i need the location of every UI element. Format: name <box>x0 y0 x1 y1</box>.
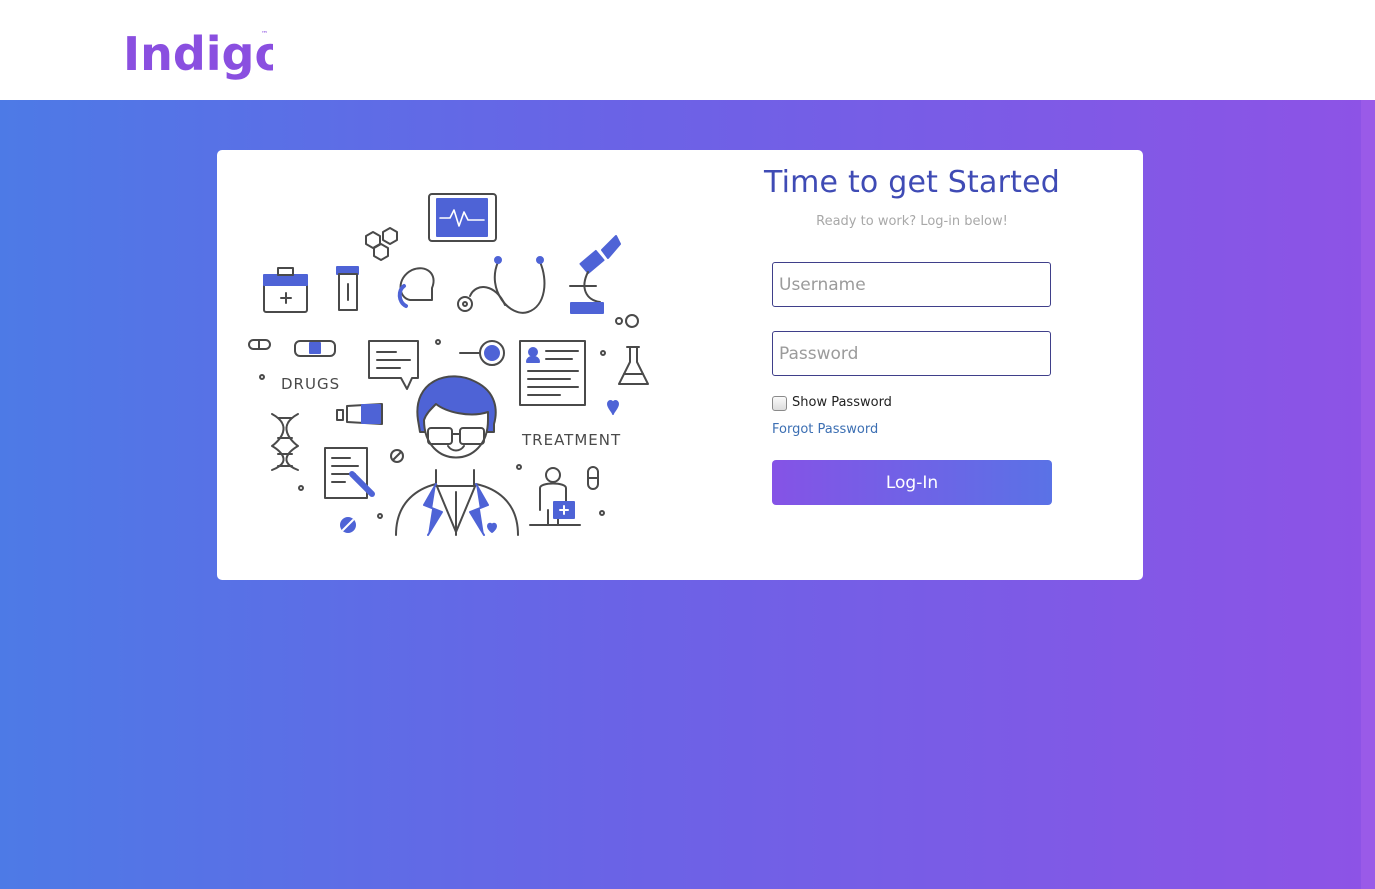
medical-illustration: DRUGS TREATMENT <box>248 193 649 536</box>
flask-icon <box>618 346 649 385</box>
ointment-tube-icon <box>336 403 383 425</box>
dna-icon <box>271 413 299 471</box>
pills-icon <box>248 339 336 357</box>
logo-text: Indigo <box>123 27 273 81</box>
prescription-icon <box>324 447 375 499</box>
page-subtitle: Ready to work? Log-in below! <box>816 214 1008 229</box>
show-password-row[interactable]: Show Password <box>772 392 892 412</box>
microscope-icon <box>569 235 621 314</box>
molecule-icon <box>365 227 398 261</box>
show-password-label[interactable]: Show Password <box>792 395 892 410</box>
patient-figure-icon <box>529 467 581 526</box>
medicine-bottle-icon <box>336 266 359 311</box>
heart-icon <box>607 400 619 415</box>
drugs-label: DRUGS <box>281 375 340 393</box>
magnifier-icon <box>459 340 505 366</box>
chat-bubble-icon <box>368 340 419 390</box>
treatment-label: TREATMENT <box>521 431 621 449</box>
stethoscope-icon <box>457 256 546 314</box>
page-scrollbar[interactable] <box>1361 100 1375 889</box>
show-password-checkbox[interactable] <box>772 396 787 411</box>
forgot-password-link[interactable]: Forgot Password <box>772 422 878 437</box>
heart-monitor-icon <box>428 193 497 242</box>
username-input[interactable] <box>772 262 1051 307</box>
head-profile-icon <box>397 267 435 308</box>
login-button[interactable]: Log-In <box>772 460 1052 505</box>
medical-record-icon <box>519 340 586 406</box>
doctor-avatar-icon <box>395 375 519 536</box>
indigo-logo[interactable]: Indigo ™ <box>123 22 273 82</box>
top-header: Indigo ™ <box>0 0 1375 100</box>
first-aid-kit-icon <box>263 267 308 313</box>
page-title: Time to get Started <box>764 165 1060 200</box>
password-input[interactable] <box>772 331 1051 376</box>
trademark-mark: ™ <box>261 30 268 38</box>
